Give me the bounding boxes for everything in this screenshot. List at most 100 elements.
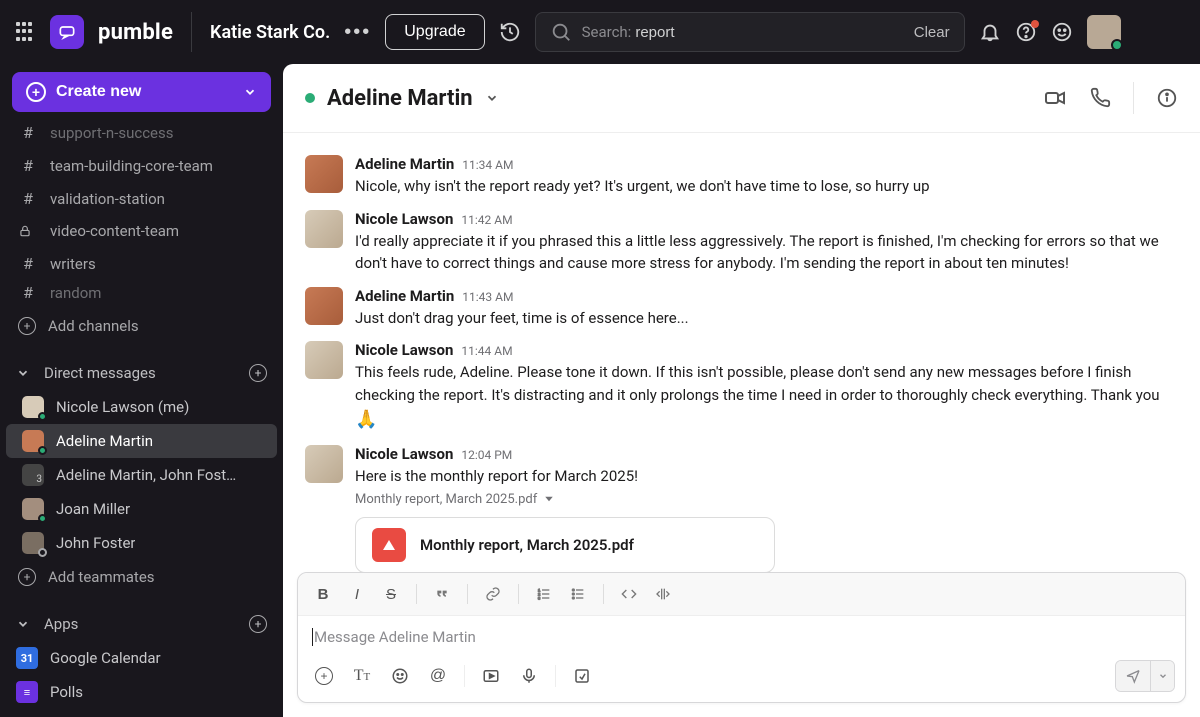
workspace-name[interactable]: Katie Stark Co. (210, 22, 330, 43)
chevron-down-icon (16, 366, 34, 380)
smile-icon (1051, 21, 1073, 43)
add-dm-button[interactable]: + (249, 363, 267, 382)
bold-button[interactable]: B (308, 579, 338, 609)
dm-item[interactable]: John Foster (6, 526, 277, 560)
dm-item[interactable]: Nicole Lawson (me) (6, 390, 277, 424)
send-button[interactable] (1116, 661, 1150, 691)
hash-icon: # (18, 283, 38, 302)
grid-icon (16, 22, 36, 42)
plus-icon: + (18, 317, 36, 335)
phone-icon (1089, 87, 1111, 109)
smile-icon (391, 667, 409, 685)
chevron-down-icon (243, 85, 257, 99)
channel-item[interactable]: #validation-station (0, 182, 283, 215)
attachment-filename[interactable]: Monthly report, March 2025.pdf (355, 492, 1178, 507)
notifications-button[interactable] (979, 21, 1001, 43)
message-author[interactable]: Nicole Lawson (355, 341, 453, 359)
search-icon (550, 21, 572, 43)
audio-call-button[interactable] (1089, 87, 1111, 109)
message-author[interactable]: Adeline Martin (355, 155, 454, 173)
message-author[interactable]: Nicole Lawson (355, 210, 453, 228)
formatting-toggle[interactable]: TT (346, 660, 378, 692)
app-item[interactable]: 31Google Calendar (0, 641, 283, 675)
apps-section-header[interactable]: Apps + (0, 604, 283, 641)
upgrade-button[interactable]: Upgrade (385, 14, 484, 50)
avatar: 3 (22, 464, 44, 486)
strike-button[interactable]: S (376, 579, 406, 609)
dm-label: John Foster (56, 534, 135, 552)
message-author[interactable]: Nicole Lawson (355, 445, 453, 463)
search-bar[interactable]: Search: Clear (535, 12, 965, 52)
channel-item[interactable]: #team-building-core-team (0, 149, 283, 182)
plus-icon: + (249, 364, 267, 382)
hash-icon: # (18, 156, 38, 175)
history-button[interactable] (499, 21, 521, 43)
dm-label: Adeline Martin (56, 432, 153, 450)
message-author[interactable]: Adeline Martin (355, 287, 454, 305)
sidebar: + Create new #support-n-success#team-bui… (0, 64, 283, 717)
avatar (305, 287, 343, 325)
message-input[interactable]: Message Adeline Martin (298, 616, 1185, 654)
search-clear-button[interactable]: Clear (914, 24, 950, 41)
message-placeholder: Message Adeline Martin (314, 628, 476, 646)
chat-title[interactable]: Adeline Martin (327, 86, 473, 111)
mention-button[interactable]: @ (422, 660, 454, 692)
chat-menu-button[interactable] (485, 91, 499, 105)
attachment-card[interactable]: Monthly report, March 2025.pdf (355, 517, 775, 573)
chevron-down-icon (16, 617, 34, 631)
italic-button[interactable]: I (342, 579, 372, 609)
mic-icon (520, 667, 538, 685)
message-time: 12:04 PM (461, 448, 512, 462)
bullet-list-button[interactable] (563, 579, 593, 609)
codeblock-button[interactable] (648, 579, 678, 609)
brand-name: pumble (98, 20, 173, 45)
app-launcher-icon[interactable] (16, 22, 36, 42)
dm-item[interactable]: Adeline Martin (6, 424, 277, 458)
ordered-list-button[interactable]: 123 (529, 579, 559, 609)
quote-button[interactable] (427, 579, 457, 609)
help-button[interactable] (1015, 21, 1037, 43)
message-time: 11:44 AM (461, 344, 512, 358)
avatar (22, 498, 44, 520)
plus-circle-icon: + (26, 82, 46, 102)
add-teammates-button[interactable]: + Add teammates (0, 560, 283, 594)
dm-item[interactable]: 3Adeline Martin, John Fost… (6, 458, 277, 492)
channel-item[interactable]: #support-n-success (0, 120, 283, 149)
workspace-menu-button[interactable]: ••• (344, 21, 371, 44)
video-call-button[interactable] (1043, 86, 1067, 110)
create-new-button[interactable]: + Create new (12, 72, 271, 112)
message: Nicole Lawson 11:44 AM This feels rude, Ad… (305, 341, 1178, 433)
code-button[interactable] (614, 579, 644, 609)
apps-header-label: Apps (44, 615, 78, 633)
dm-section-header[interactable]: Direct messages + (0, 353, 283, 390)
attach-button[interactable]: + (308, 660, 340, 692)
send-options-button[interactable] (1150, 661, 1174, 691)
app-label: Polls (50, 683, 83, 701)
link-button[interactable] (478, 579, 508, 609)
record-audio-button[interactable] (513, 660, 545, 692)
record-video-button[interactable] (475, 660, 507, 692)
message: Adeline Martin11:34 AMNicole, why isn't … (305, 155, 1178, 198)
channel-item[interactable]: video-content-team (0, 215, 283, 247)
message-time: 11:34 AM (462, 158, 513, 172)
hash-icon: # (18, 189, 38, 208)
shortcut-button[interactable] (566, 660, 598, 692)
user-avatar[interactable] (1087, 15, 1121, 49)
emoji-button[interactable] (384, 660, 416, 692)
search-prefix: Search: (582, 23, 632, 41)
add-app-button[interactable]: + (249, 614, 267, 633)
divider (1133, 82, 1134, 114)
add-channels-button[interactable]: + Add channels (0, 309, 283, 343)
reactions-button[interactable] (1051, 21, 1073, 43)
message-time: 11:43 AM (462, 290, 513, 304)
dm-item[interactable]: Joan Miller (6, 492, 277, 526)
format-toolbar: B I S 123 (298, 573, 1185, 616)
presence-indicator (38, 412, 47, 421)
search-input[interactable] (635, 24, 903, 41)
send-icon (1125, 668, 1141, 684)
message-text: This feels rude, Adeline. Please tone it… (355, 361, 1178, 433)
info-button[interactable] (1156, 87, 1178, 109)
app-item[interactable]: ≡Polls (0, 675, 283, 709)
channel-item[interactable]: #random (0, 276, 283, 309)
plus-icon: + (18, 568, 36, 586)
